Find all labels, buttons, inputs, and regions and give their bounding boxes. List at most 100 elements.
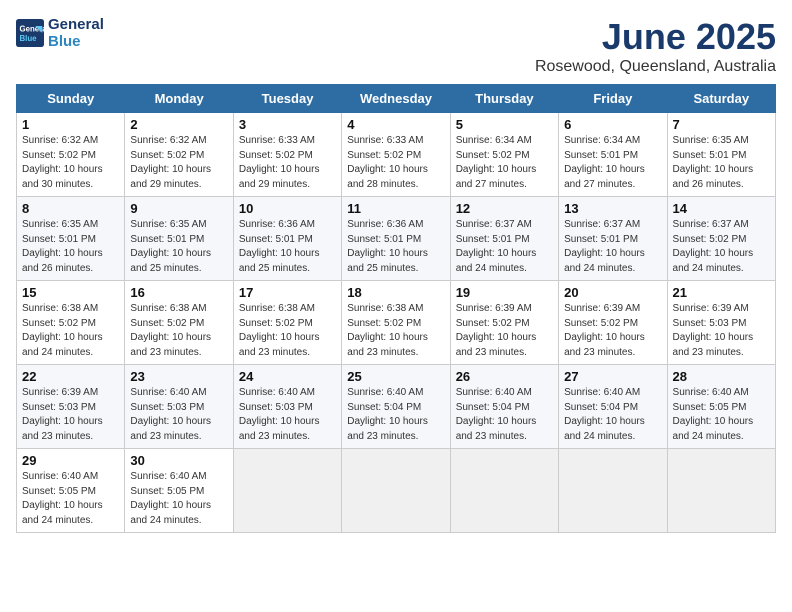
day-number: 12 bbox=[456, 201, 553, 216]
day-cell: 3 Sunrise: 6:33 AM Sunset: 5:02 PM Daylig… bbox=[233, 113, 341, 197]
day-cell: 6 Sunrise: 6:34 AM Sunset: 5:01 PM Daylig… bbox=[559, 113, 667, 197]
day-cell bbox=[342, 449, 450, 533]
day-cell bbox=[667, 449, 775, 533]
day-cell: 22 Sunrise: 6:39 AM Sunset: 5:03 PM Dayli… bbox=[17, 365, 125, 449]
week-row-1: 1Sunrise: 6:32 AM Sunset: 5:02 PM Daylig… bbox=[17, 113, 776, 197]
day-detail: Sunrise: 6:40 AM Sunset: 5:04 PM Dayligh… bbox=[347, 386, 444, 444]
logo: General Blue General Blue bbox=[16, 16, 104, 50]
day-detail: Sunrise: 6:38 AM Sunset: 5:02 PM Dayligh… bbox=[239, 302, 336, 360]
day-detail: Sunrise: 6:39 AM Sunset: 5:03 PM Dayligh… bbox=[22, 386, 119, 444]
day-cell: 21 Sunrise: 6:39 AM Sunset: 5:03 PM Dayli… bbox=[667, 281, 775, 365]
day-cell: 11 Sunrise: 6:36 AM Sunset: 5:01 PM Dayli… bbox=[342, 197, 450, 281]
day-detail: Sunrise: 6:36 AM Sunset: 5:01 PM Dayligh… bbox=[347, 218, 444, 276]
day-detail: Sunrise: 6:34 AM Sunset: 5:01 PM Dayligh… bbox=[564, 134, 661, 192]
day-number: 3 bbox=[239, 117, 336, 132]
day-cell: 29 Sunrise: 6:40 AM Sunset: 5:05 PM Dayli… bbox=[17, 449, 125, 533]
day-number: 9 bbox=[130, 201, 227, 216]
day-number: 16 bbox=[130, 285, 227, 300]
day-number: 19 bbox=[456, 285, 553, 300]
day-cell: 15Sunrise: 6:38 AM Sunset: 5:02 PM Dayli… bbox=[17, 281, 125, 365]
day-cell: 26 Sunrise: 6:40 AM Sunset: 5:04 PM Dayli… bbox=[450, 365, 558, 449]
day-cell: 24 Sunrise: 6:40 AM Sunset: 5:03 PM Dayli… bbox=[233, 365, 341, 449]
day-detail: Sunrise: 6:40 AM Sunset: 5:03 PM Dayligh… bbox=[130, 386, 227, 444]
logo-icon: General Blue bbox=[16, 19, 44, 47]
day-cell: 4Sunrise: 6:33 AM Sunset: 5:02 PM Daylig… bbox=[342, 113, 450, 197]
day-number: 28 bbox=[673, 369, 770, 384]
weekday-header-saturday: Saturday bbox=[667, 85, 775, 113]
day-detail: Sunrise: 6:34 AM Sunset: 5:02 PM Dayligh… bbox=[456, 134, 553, 192]
day-cell: 25Sunrise: 6:40 AM Sunset: 5:04 PM Dayli… bbox=[342, 365, 450, 449]
week-row-4: 22 Sunrise: 6:39 AM Sunset: 5:03 PM Dayli… bbox=[17, 365, 776, 449]
day-number: 11 bbox=[347, 201, 444, 216]
weekday-header-row: SundayMondayTuesdayWednesdayThursdayFrid… bbox=[17, 85, 776, 113]
day-detail: Sunrise: 6:40 AM Sunset: 5:04 PM Dayligh… bbox=[456, 386, 553, 444]
day-detail: Sunrise: 6:35 AM Sunset: 5:01 PM Dayligh… bbox=[673, 134, 770, 192]
day-detail: Sunrise: 6:37 AM Sunset: 5:01 PM Dayligh… bbox=[564, 218, 661, 276]
day-number: 5 bbox=[456, 117, 553, 132]
day-number: 20 bbox=[564, 285, 661, 300]
day-cell: 27Sunrise: 6:40 AM Sunset: 5:04 PM Dayli… bbox=[559, 365, 667, 449]
day-detail: Sunrise: 6:40 AM Sunset: 5:03 PM Dayligh… bbox=[239, 386, 336, 444]
day-number: 17 bbox=[239, 285, 336, 300]
week-row-5: 29 Sunrise: 6:40 AM Sunset: 5:05 PM Dayli… bbox=[17, 449, 776, 533]
day-cell: 17 Sunrise: 6:38 AM Sunset: 5:02 PM Dayli… bbox=[233, 281, 341, 365]
title-area: June 2025 Rosewood, Queensland, Australi… bbox=[535, 16, 776, 76]
day-detail: Sunrise: 6:37 AM Sunset: 5:02 PM Dayligh… bbox=[673, 218, 770, 276]
weekday-header-wednesday: Wednesday bbox=[342, 85, 450, 113]
day-cell: 19 Sunrise: 6:39 AM Sunset: 5:02 PM Dayli… bbox=[450, 281, 558, 365]
day-number: 7 bbox=[673, 117, 770, 132]
day-cell: 28 Sunrise: 6:40 AM Sunset: 5:05 PM Dayli… bbox=[667, 365, 775, 449]
day-detail: Sunrise: 6:39 AM Sunset: 5:03 PM Dayligh… bbox=[673, 302, 770, 360]
day-cell: 14Sunrise: 6:37 AM Sunset: 5:02 PM Dayli… bbox=[667, 197, 775, 281]
weekday-header-monday: Monday bbox=[125, 85, 233, 113]
week-row-2: 8 Sunrise: 6:35 AM Sunset: 5:01 PM Daylig… bbox=[17, 197, 776, 281]
day-cell: 8 Sunrise: 6:35 AM Sunset: 5:01 PM Daylig… bbox=[17, 197, 125, 281]
day-number: 8 bbox=[22, 201, 119, 216]
day-number: 26 bbox=[456, 369, 553, 384]
week-row-3: 15 Sunrise: 6:38 AM Sunset: 5:02 PM Dayli… bbox=[17, 281, 776, 365]
day-detail: Sunrise: 6:36 AM Sunset: 5:01 PM Dayligh… bbox=[239, 218, 336, 276]
day-cell: 30Sunrise: 6:40 AM Sunset: 5:05 PM Dayli… bbox=[125, 449, 233, 533]
day-cell: 13 Sunrise: 6:37 AM Sunset: 5:01 PM Dayli… bbox=[559, 197, 667, 281]
day-cell: 12 Sunrise: 6:37 AM Sunset: 5:01 PM Dayli… bbox=[450, 197, 558, 281]
day-detail: Sunrise: 6:33 AM Sunset: 5:02 PM Dayligh… bbox=[239, 134, 336, 192]
calendar-table: SundayMondayTuesdayWednesdayThursdayFrid… bbox=[16, 84, 776, 533]
day-number: 18 bbox=[347, 285, 444, 300]
day-cell: 1Sunrise: 6:32 AM Sunset: 5:02 PM Daylig… bbox=[17, 113, 125, 197]
day-detail: Sunrise: 6:40 AM Sunset: 5:05 PM Dayligh… bbox=[673, 386, 770, 444]
day-detail: Sunrise: 6:40 AM Sunset: 5:05 PM Dayligh… bbox=[22, 470, 119, 528]
header: General Blue General Blue June 2025 Rose… bbox=[16, 16, 776, 76]
day-cell bbox=[233, 449, 341, 533]
day-cell: 2 Sunrise: 6:32 AM Sunset: 5:02 PM Daylig… bbox=[125, 113, 233, 197]
day-detail: Sunrise: 6:37 AM Sunset: 5:01 PM Dayligh… bbox=[456, 218, 553, 276]
day-detail: Sunrise: 6:40 AM Sunset: 5:05 PM Dayligh… bbox=[130, 470, 227, 528]
day-number: 10 bbox=[239, 201, 336, 216]
svg-text:Blue: Blue bbox=[20, 34, 38, 43]
day-detail: Sunrise: 6:38 AM Sunset: 5:02 PM Dayligh… bbox=[347, 302, 444, 360]
day-detail: Sunrise: 6:35 AM Sunset: 5:01 PM Dayligh… bbox=[130, 218, 227, 276]
location-title: Rosewood, Queensland, Australia bbox=[535, 58, 776, 76]
day-detail: Sunrise: 6:32 AM Sunset: 5:02 PM Dayligh… bbox=[22, 134, 119, 192]
day-detail: Sunrise: 6:39 AM Sunset: 5:02 PM Dayligh… bbox=[564, 302, 661, 360]
weekday-header-sunday: Sunday bbox=[17, 85, 125, 113]
weekday-header-friday: Friday bbox=[559, 85, 667, 113]
day-detail: Sunrise: 6:32 AM Sunset: 5:02 PM Dayligh… bbox=[130, 134, 227, 192]
day-number: 6 bbox=[564, 117, 661, 132]
day-number: 24 bbox=[239, 369, 336, 384]
day-number: 21 bbox=[673, 285, 770, 300]
day-number: 2 bbox=[130, 117, 227, 132]
day-number: 22 bbox=[22, 369, 119, 384]
weekday-header-tuesday: Tuesday bbox=[233, 85, 341, 113]
day-cell: 16Sunrise: 6:38 AM Sunset: 5:02 PM Dayli… bbox=[125, 281, 233, 365]
weekday-header-thursday: Thursday bbox=[450, 85, 558, 113]
logo-text: General Blue bbox=[48, 16, 104, 50]
day-number: 13 bbox=[564, 201, 661, 216]
day-number: 23 bbox=[130, 369, 227, 384]
day-number: 29 bbox=[22, 453, 119, 468]
day-cell bbox=[559, 449, 667, 533]
day-detail: Sunrise: 6:39 AM Sunset: 5:02 PM Dayligh… bbox=[456, 302, 553, 360]
day-detail: Sunrise: 6:35 AM Sunset: 5:01 PM Dayligh… bbox=[22, 218, 119, 276]
day-number: 15 bbox=[22, 285, 119, 300]
month-title: June 2025 bbox=[535, 16, 776, 58]
day-cell: 9 Sunrise: 6:35 AM Sunset: 5:01 PM Daylig… bbox=[125, 197, 233, 281]
